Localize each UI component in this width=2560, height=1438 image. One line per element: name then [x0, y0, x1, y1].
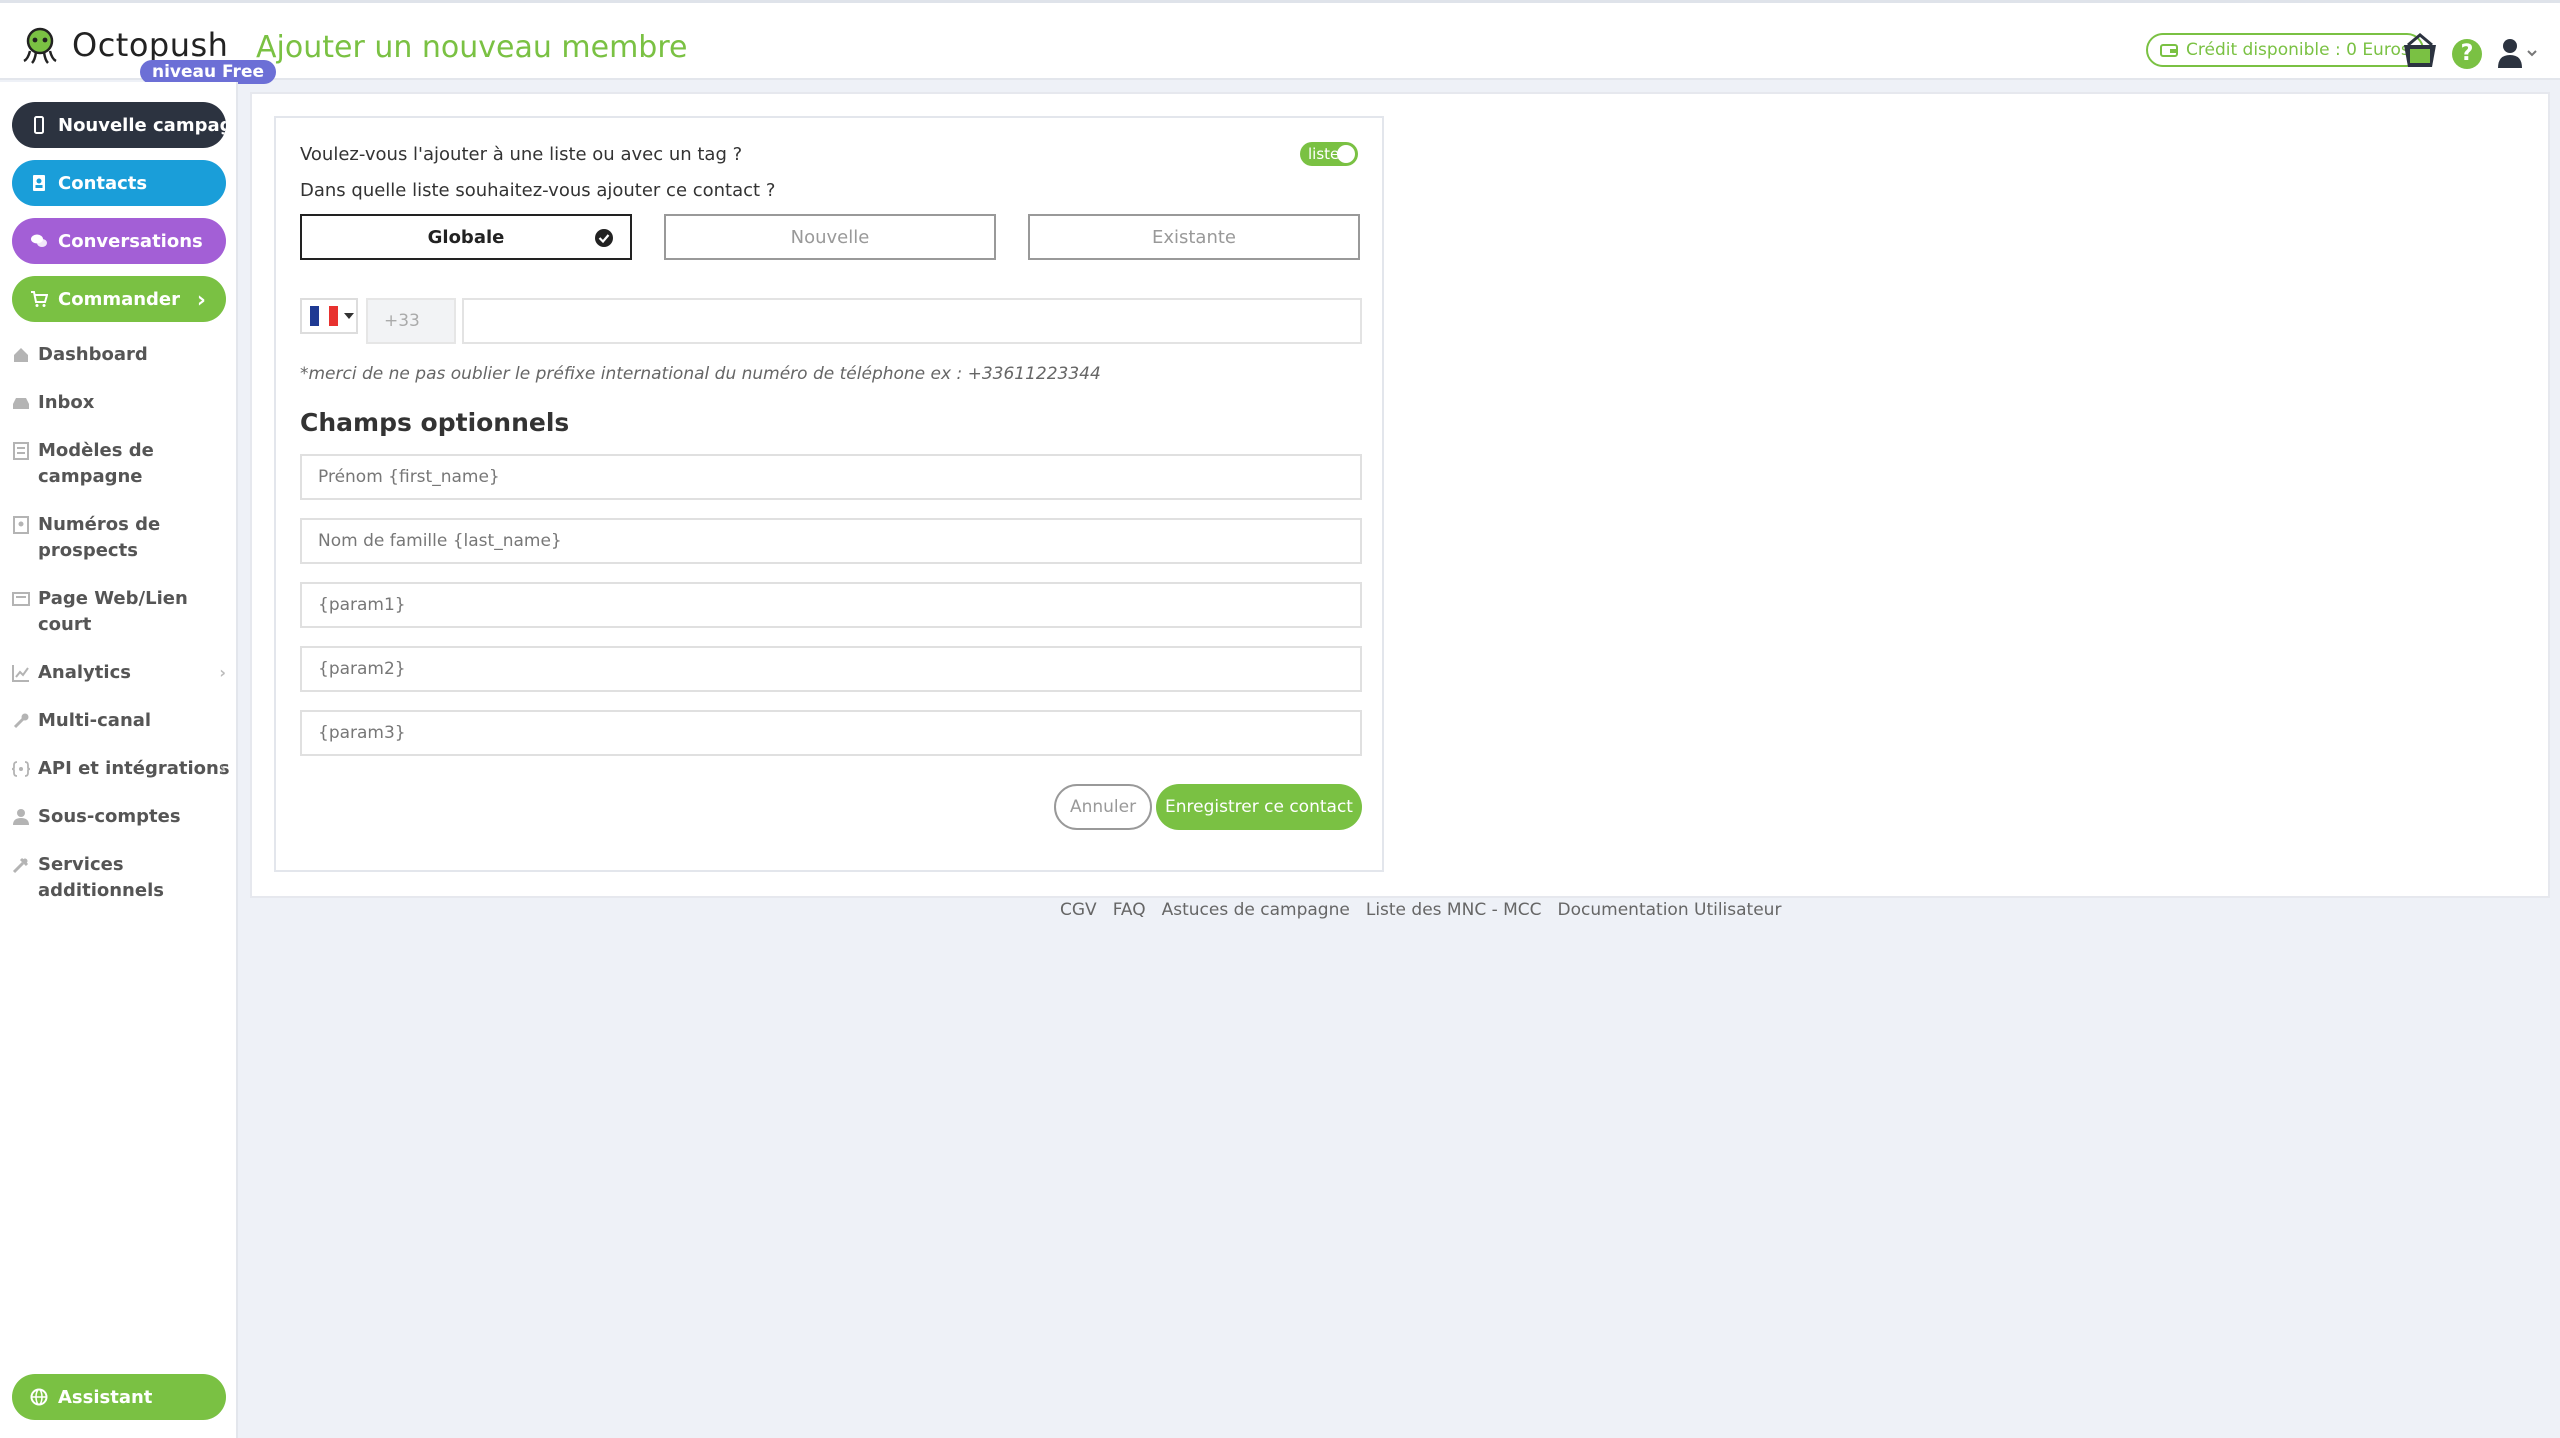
subaccounts-icon — [13, 809, 29, 825]
phone-icon — [34, 116, 44, 134]
user-menu-icon[interactable] — [2496, 37, 2540, 69]
page-title: Ajouter un nouveau membre — [256, 30, 688, 65]
logo[interactable]: Octopush — [20, 25, 228, 65]
cart-icon — [31, 291, 48, 307]
sidebar-item-prospects[interactable]: Numéros de prospects — [12, 512, 232, 564]
sidebar-item-label: Services additionnels — [38, 854, 164, 901]
footer-links: CGV FAQ Astuces de campagne Liste des MN… — [1060, 900, 1781, 920]
link-icon — [12, 592, 30, 606]
sidebar-item-label: Sous-comptes — [38, 806, 181, 827]
param2-input[interactable] — [300, 646, 1362, 692]
france-flag-icon — [310, 306, 338, 326]
sidebar-item-weblink[interactable]: Page Web/Lien court — [12, 586, 232, 638]
template-icon — [13, 442, 29, 460]
segment-label: Globale — [427, 226, 505, 248]
contacts-button[interactable]: Contacts — [12, 160, 226, 206]
conversations-label: Conversations — [58, 230, 203, 252]
footer-link-tips[interactable]: Astuces de campagne — [1162, 900, 1350, 920]
sidebar-item-label: Numéros de prospects — [38, 514, 161, 561]
new-campaign-label: Nouvelle campagne — [58, 114, 226, 136]
sidebar-item-inbox[interactable]: Inbox — [12, 390, 232, 416]
footer-link-mnc[interactable]: Liste des MNC - MCC — [1366, 900, 1542, 920]
footer-link-docs[interactable]: Documentation Utilisateur — [1558, 900, 1782, 920]
order-label: Commander — [58, 288, 181, 310]
contacts-label: Contacts — [58, 172, 148, 194]
sidebar-item-api[interactable]: API et intégrations › — [12, 756, 232, 782]
segment-existing[interactable]: Existante — [1028, 214, 1360, 260]
sidebar-item-templates[interactable]: Modèles de campagne — [12, 438, 232, 490]
basket-icon[interactable] — [2400, 31, 2440, 71]
sidebar-item-services[interactable]: Services additionnels — [12, 852, 232, 904]
param1-input[interactable] — [300, 582, 1362, 628]
add-member-form: Voulez-vous l'ajouter à une liste ou ave… — [274, 116, 1384, 872]
logo-text: Octopush — [72, 26, 229, 64]
chat-icon — [31, 234, 47, 247]
sidebar-item-label: Inbox — [38, 392, 95, 413]
segment-label: Existante — [1151, 226, 1237, 248]
segment-global[interactable]: Globale — [300, 214, 632, 260]
sidebar-item-subaccounts[interactable]: Sous-comptes — [12, 804, 232, 830]
sidebar-item-dashboard[interactable]: Dashboard — [12, 342, 232, 368]
segment-new[interactable]: Nouvelle — [664, 214, 996, 260]
sidebar: Nouvelle campagne Contacts Conversations… — [0, 82, 238, 1438]
segment-label: Nouvelle — [790, 226, 870, 248]
wallet-icon — [2160, 44, 2178, 57]
sidebar-nav: Dashboard Inbox Modèles de campagne Numé… — [12, 342, 232, 926]
check-circle-icon — [595, 229, 613, 247]
chevron-right-icon: › — [196, 288, 206, 313]
api-icon — [12, 761, 30, 777]
sidebar-item-label: Multi-canal — [38, 710, 152, 731]
contacts-icon — [33, 175, 45, 191]
globe-icon — [30, 1388, 48, 1406]
help-icon[interactable]: ? — [2452, 39, 2482, 69]
sidebar-item-analytics[interactable]: Analytics › — [12, 660, 232, 686]
order-button[interactable]: Commander › — [12, 276, 226, 322]
conversations-button[interactable]: Conversations — [12, 218, 226, 264]
footer-link-faq[interactable]: FAQ — [1113, 900, 1146, 920]
chevron-right-icon: › — [219, 663, 226, 682]
list-or-tag-question: Voulez-vous l'ajouter à une liste ou ave… — [300, 144, 743, 165]
list-question: Dans quelle liste souhaitez-vous ajouter… — [300, 180, 776, 201]
octopus-logo-icon — [23, 27, 57, 64]
last-name-input[interactable] — [300, 518, 1362, 564]
credit-indicator[interactable]: Crédit disponible : 0 Euros — [2146, 33, 2424, 67]
sidebar-item-label: Page Web/Lien court — [38, 588, 188, 635]
assistant-label: Assistant — [58, 1386, 153, 1408]
phone-input[interactable] — [462, 298, 1362, 344]
analytics-icon — [12, 665, 29, 682]
phone-prefix: +33 — [366, 298, 456, 344]
new-campaign-button[interactable]: Nouvelle campagne — [12, 102, 226, 148]
sidebar-item-label: Modèles de campagne — [38, 440, 154, 487]
sidebar-item-label: Dashboard — [38, 344, 148, 365]
caret-down-icon — [344, 313, 354, 319]
chevron-right-icon: › — [219, 759, 226, 778]
save-contact-button[interactable]: Enregistrer ce contact — [1156, 784, 1362, 830]
optional-fields-title: Champs optionnels — [300, 408, 570, 437]
credit-text: Crédit disponible : 0 Euros — [2186, 40, 2410, 60]
cancel-button[interactable]: Annuler — [1054, 784, 1152, 830]
first-name-input[interactable] — [300, 454, 1362, 500]
prospects-icon — [13, 516, 29, 534]
inbox-icon — [13, 398, 29, 409]
sidebar-item-label: Analytics — [38, 662, 131, 683]
phone-hint: *merci de ne pas oublier le préfixe inte… — [300, 364, 1101, 384]
multichannel-icon — [13, 713, 29, 729]
top-header: Octopush niveau Free Ajouter un nouveau … — [0, 0, 2560, 84]
tools-icon — [12, 857, 29, 874]
footer-link-cgv[interactable]: CGV — [1060, 900, 1097, 920]
assistant-button[interactable]: Assistant — [12, 1374, 226, 1420]
param3-input[interactable] — [300, 710, 1362, 756]
list-tag-toggle[interactable]: liste — [1300, 142, 1358, 166]
home-icon — [14, 348, 28, 362]
country-selector[interactable] — [300, 298, 358, 334]
sidebar-item-multichannel[interactable]: Multi-canal — [12, 708, 232, 734]
sidebar-item-label: API et intégrations — [38, 758, 230, 779]
